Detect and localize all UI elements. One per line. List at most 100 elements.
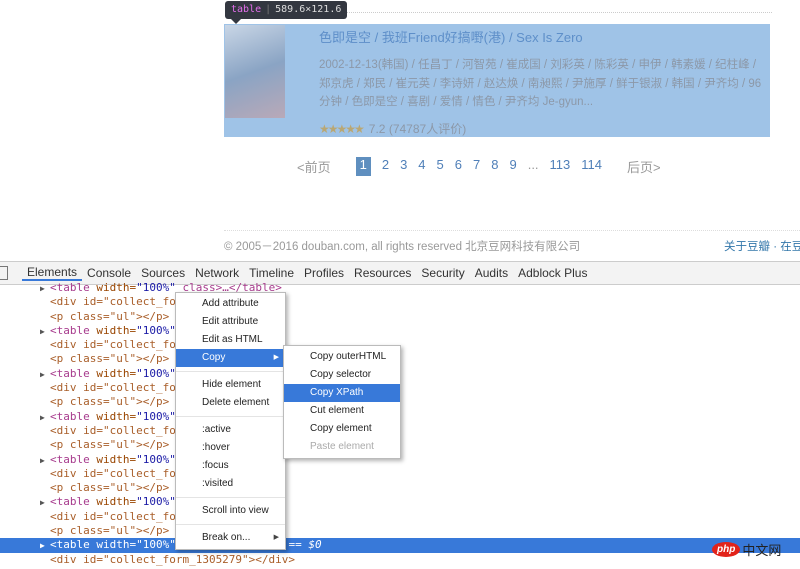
menu-break-on-label: Break on... <box>202 532 251 543</box>
node-text: <p class="ul"></p> <box>50 352 170 366</box>
page-link[interactable]: 114 <box>581 157 602 176</box>
expand-triangle-icon[interactable]: ▶ <box>40 539 50 553</box>
menu-hover[interactable]: :hover <box>176 439 285 457</box>
tag-name: <table <box>50 323 90 337</box>
tab-audits[interactable]: Audits <box>470 266 513 280</box>
menu-separator <box>176 416 285 417</box>
expand-triangle-icon[interactable]: ▶ <box>40 368 50 382</box>
page-link[interactable]: 113 <box>550 157 571 176</box>
menu-copy-element[interactable]: Copy element <box>284 420 400 438</box>
dom-node-div[interactable]: <div id="collect_form <box>0 295 800 309</box>
attr-name: width= <box>89 323 137 337</box>
tag-name: <table <box>50 281 90 294</box>
tab-network[interactable]: Network <box>190 266 244 280</box>
tooltip-arrow <box>231 19 241 29</box>
footer-divider <box>224 230 800 231</box>
movie-title-link[interactable]: 色即是空 / 我班Friend好搞嘢(港) / Sex Is Zero <box>319 27 583 46</box>
expand-triangle-icon[interactable]: ▶ <box>40 282 50 296</box>
dom-node-p[interactable]: <p class="ul"></p> <box>0 481 800 495</box>
movie-rating: ★★★★★ 7.2 (74787人评价) <box>319 120 466 137</box>
dom-node-div[interactable]: <div id="collect_form <box>0 467 800 481</box>
attr-value: "100%" <box>136 409 176 423</box>
attr-value: "100%" <box>136 281 176 294</box>
watermark: php 中文网 <box>712 540 781 559</box>
menu-edit-as-html[interactable]: Edit as HTML <box>176 331 285 349</box>
tab-sources[interactable]: Sources <box>136 266 190 280</box>
attr-value: "100%" <box>136 452 176 466</box>
expand-triangle-icon[interactable]: ▶ <box>40 325 50 339</box>
attr-name: width= <box>89 452 137 466</box>
menu-cut-element[interactable]: Cut element <box>284 402 400 420</box>
movie-description: 2002-12-13(韩国) / 任昌丁 / 河智苑 / 崔成国 / 刘彩英 /… <box>319 59 762 108</box>
menu-paste-element: Paste element <box>310 441 374 452</box>
next-page[interactable]: 后页> <box>627 157 661 176</box>
page-link[interactable]: 2 <box>382 157 389 176</box>
menu-break-on[interactable]: Break on... ▶ <box>176 529 285 547</box>
menu-scroll-into-view[interactable]: Scroll into view <box>176 502 285 520</box>
dom-node-p[interactable]: <p class="ul"></p> <box>0 310 800 324</box>
dom-node-table[interactable]: ▶<table width="100%" class>…</table> <box>0 324 800 338</box>
node-text: <div id="collect_form <box>50 338 190 352</box>
node-text: <div id="collect_form <box>50 381 190 395</box>
expand-triangle-icon[interactable]: ▶ <box>40 411 50 425</box>
tab-elements[interactable]: Elements <box>22 265 83 281</box>
page-link[interactable]: 4 <box>418 157 425 176</box>
menu-copy-xpath[interactable]: Copy XPath <box>284 384 400 402</box>
expand-triangle-icon[interactable]: ▶ <box>40 454 50 468</box>
page-link[interactable]: 9 <box>509 157 516 176</box>
menu-copy-selector[interactable]: Copy selector <box>284 366 400 384</box>
menu-active[interactable]: :active <box>176 421 285 439</box>
tab-console[interactable]: Console <box>82 266 136 280</box>
dom-node-table[interactable]: ▶<table width="100%" class>…</table> <box>0 281 800 295</box>
rating-votes: (74787人评价) <box>388 122 467 136</box>
page-link[interactable]: 6 <box>455 157 462 176</box>
tab-profiles[interactable]: Profiles <box>299 266 349 280</box>
page-link[interactable]: 5 <box>437 157 444 176</box>
tab-adblock[interactable]: Adblock Plus <box>513 266 592 280</box>
menu-hide-element[interactable]: Hide element <box>176 376 285 394</box>
movie-poster[interactable] <box>225 25 285 118</box>
tab-resources[interactable]: Resources <box>349 266 416 280</box>
pager-ellipsis: ... <box>527 157 539 172</box>
node-text: <p class="ul"></p> <box>50 309 170 323</box>
expand-triangle-icon[interactable]: ▶ <box>40 496 50 510</box>
tab-security[interactable]: Security <box>416 266 469 280</box>
node-text: <div id="collect_form <box>50 423 190 437</box>
menu-add-attribute[interactable]: Add attribute <box>176 295 285 313</box>
tooltip-size: 589.6×121.6 <box>275 4 342 15</box>
menu-copy-outerhtml[interactable]: Copy outerHTML <box>284 348 400 366</box>
attr-value: "100%" <box>136 323 176 337</box>
tooltip-tag: table <box>231 4 262 15</box>
attr-name: width= <box>89 409 137 423</box>
prev-page[interactable]: <前页 <box>297 157 331 176</box>
attr-name: width= <box>89 366 137 380</box>
dom-node-table[interactable]: ▶<table width="100%" class>…</table> <box>0 495 800 509</box>
menu-copy-label: Copy <box>202 352 226 363</box>
menu-edit-attribute[interactable]: Edit attribute <box>176 313 285 331</box>
menu-visited[interactable]: :visited <box>176 475 285 493</box>
menu-copy[interactable]: Copy ▶ <box>176 349 285 367</box>
attr-value: "100%" <box>136 495 176 509</box>
node-text: <p class="ul"></p> <box>50 481 170 495</box>
menu-delete-element[interactable]: Delete element <box>176 394 285 412</box>
page-link[interactable]: 8 <box>491 157 498 176</box>
node-text: <div id="collect_form <box>50 295 190 309</box>
about-link[interactable]: 关于豆瓣 · 在豆 <box>724 238 800 254</box>
device-mode-icon[interactable] <box>0 266 8 280</box>
menu-focus[interactable]: :focus <box>176 457 285 475</box>
dom-node-div[interactable]: <div id="collect_form_1305279"></div> <box>0 553 800 567</box>
submenu-arrow-icon: ▶ <box>273 354 279 361</box>
node-text: <p class="ul"></p> <box>50 395 170 409</box>
tab-timeline[interactable]: Timeline <box>244 266 299 280</box>
dom-node-div[interactable]: <div id="collect_form <box>0 510 800 524</box>
tag-name: <table <box>50 495 90 509</box>
attr-value: "100%" <box>136 538 176 552</box>
divider <box>290 12 772 13</box>
dom-node-p[interactable]: <p class="ul"></p> <box>0 524 800 538</box>
node-text: <div id="collect_form <box>50 509 190 523</box>
dom-node-selected[interactable]: ▶<table width="100%" class>…</table> == … <box>0 538 800 553</box>
page-link[interactable]: 3 <box>400 157 407 176</box>
page-link[interactable]: 7 <box>473 157 480 176</box>
watermark-text: 中文网 <box>742 543 782 558</box>
pagination: <前页 1 2 3 4 5 6 7 8 9 ... 113 114 后页> <box>297 157 672 176</box>
